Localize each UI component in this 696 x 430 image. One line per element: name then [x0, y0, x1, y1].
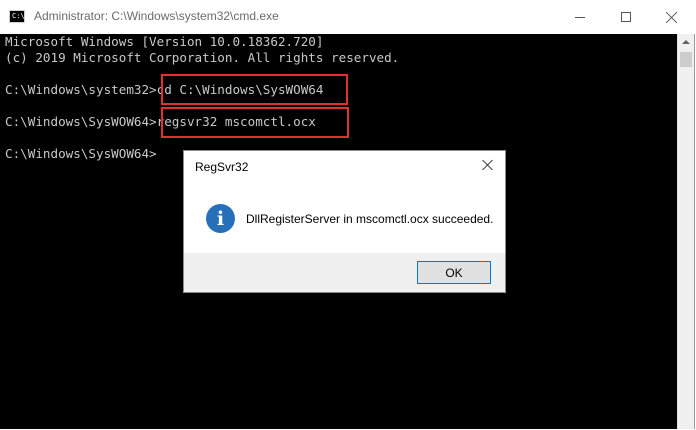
minimize-button[interactable] [557, 0, 603, 34]
maximize-icon [621, 12, 631, 22]
ok-button[interactable]: OK [417, 261, 491, 284]
scrollbar-thumb[interactable] [680, 52, 692, 67]
close-icon [666, 11, 678, 23]
dialog-title: RegSvr32 [195, 160, 249, 174]
scroll-up-arrow-icon[interactable] [678, 34, 694, 51]
dialog-message: DllRegisterServer in mscomctl.ocx succee… [246, 212, 494, 226]
cmd-app-icon: C:\_ [9, 10, 29, 23]
console-line-prompt: C:\Windows\SysWOW64> [5, 146, 157, 161]
maximize-button[interactable] [603, 0, 649, 34]
regsvr32-dialog: RegSvr32 i DllRegisterServer in mscomctl… [183, 150, 506, 293]
console-line-version: Microsoft Windows [Version 10.0.18362.72… [5, 34, 324, 49]
info-icon: i [206, 204, 235, 233]
minimize-icon [575, 17, 585, 18]
highlight-box-cd-command [161, 74, 348, 105]
dialog-close-icon[interactable] [476, 155, 500, 175]
dialog-footer: OK [184, 253, 505, 292]
vertical-scrollbar[interactable] [677, 34, 694, 429]
window-title: Administrator: C:\Windows\system32\cmd.e… [34, 9, 279, 23]
console-line-copyright: (c) 2019 Microsoft Corporation. All righ… [5, 50, 400, 65]
close-button[interactable] [649, 0, 695, 34]
highlight-box-regsvr32-command [161, 107, 349, 138]
cmd-icon-glyph: C:\_ [12, 12, 29, 20]
title-bar[interactable]: C:\_ Administrator: C:\Windows\system32\… [0, 0, 695, 34]
